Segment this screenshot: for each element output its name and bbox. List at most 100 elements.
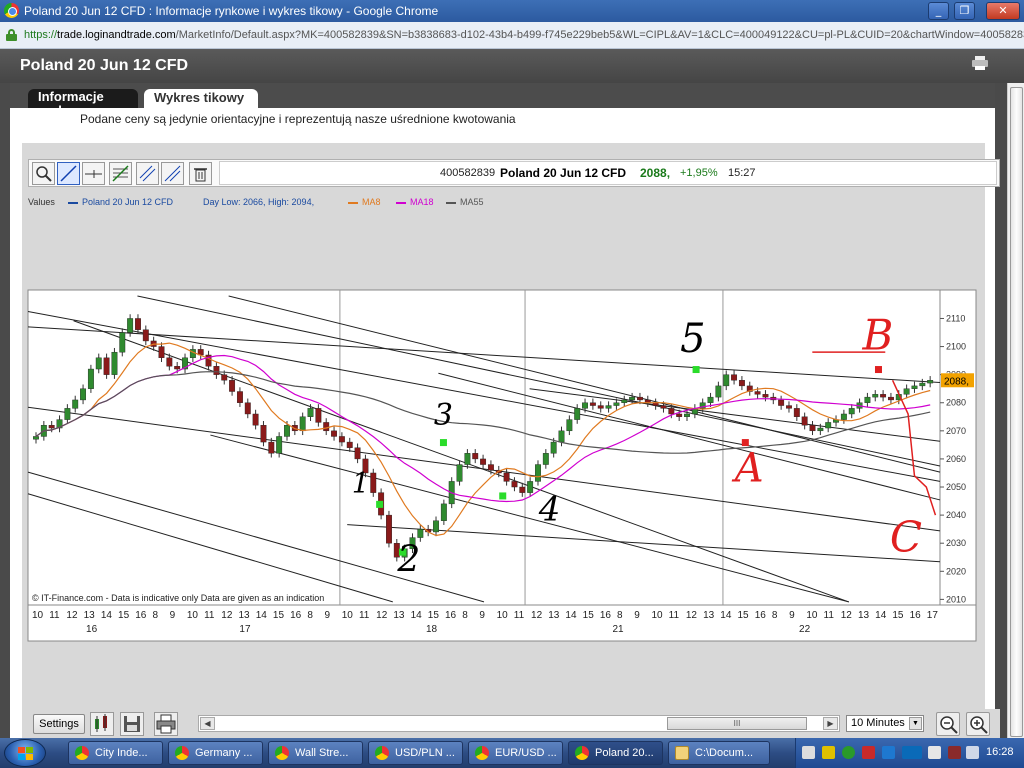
candle bbox=[370, 472, 377, 493]
x-hour-label: 8 bbox=[152, 610, 158, 621]
price-chart[interactable]: 2010202020302040205020602070208020902100… bbox=[22, 143, 985, 642]
bc-icon[interactable] bbox=[902, 746, 922, 759]
print-chart-icon[interactable] bbox=[154, 712, 178, 736]
task-city-index[interactable]: City Inde... bbox=[68, 741, 163, 765]
stop-icon[interactable] bbox=[948, 746, 961, 759]
page-title: Poland 20 Jun 12 CFD bbox=[20, 57, 189, 74]
chart-scrollbar[interactable]: ◀ III ▶ bbox=[198, 715, 840, 732]
x-hour-label: 15 bbox=[428, 610, 440, 621]
tab-informacje[interactable]: Informacje rynkowe bbox=[28, 89, 138, 118]
security-icon[interactable] bbox=[842, 746, 855, 759]
task-poland-20[interactable]: Poland 20... bbox=[568, 741, 663, 765]
x-hour-label: 9 bbox=[634, 610, 640, 621]
x-hour-label: 14 bbox=[256, 610, 268, 621]
candle bbox=[738, 380, 745, 387]
clock: 16:28 bbox=[986, 746, 1014, 758]
scroll-right-icon[interactable]: ▶ bbox=[823, 717, 838, 730]
minimize-button[interactable]: _ bbox=[928, 2, 949, 20]
candle bbox=[597, 405, 604, 409]
x-hour-label: 16 bbox=[290, 610, 302, 621]
x-hour-label: 8 bbox=[772, 610, 778, 621]
candle bbox=[550, 441, 557, 454]
task-documents[interactable]: C:\Docum... bbox=[668, 741, 770, 765]
x-hour-label: 14 bbox=[411, 610, 423, 621]
candle bbox=[786, 405, 792, 409]
candle bbox=[72, 399, 79, 409]
candle bbox=[809, 425, 816, 432]
url-text[interactable]: https://trade.loginandtrade.com/MarketIn… bbox=[24, 29, 1024, 41]
x-hour-label: 12 bbox=[376, 610, 388, 621]
start-button[interactable] bbox=[4, 739, 46, 767]
x-hour-label: 13 bbox=[238, 610, 250, 621]
candle bbox=[276, 436, 283, 454]
x-hour-label: 11 bbox=[824, 610, 835, 621]
chart-type-icon[interactable] bbox=[90, 712, 114, 736]
candle bbox=[464, 453, 471, 465]
x-hour-label: 11 bbox=[669, 610, 680, 621]
print-icon[interactable] bbox=[972, 56, 988, 70]
x-day-label: 17 bbox=[239, 624, 251, 635]
candle bbox=[417, 528, 424, 538]
wave-label-3: 3 bbox=[434, 398, 453, 433]
candle bbox=[582, 402, 588, 409]
candle bbox=[519, 486, 526, 493]
x-hour-label: 11 bbox=[204, 610, 215, 621]
address-bar[interactable]: https://trade.loginandtrade.com/MarketIn… bbox=[0, 22, 1024, 49]
task-germany[interactable]: Germany ... bbox=[168, 741, 263, 765]
chevron-down-icon[interactable]: ▼ bbox=[909, 717, 922, 730]
x-hour-label: 10 bbox=[32, 610, 44, 621]
candle bbox=[778, 399, 785, 406]
candle bbox=[338, 436, 345, 443]
candle bbox=[229, 380, 236, 392]
zoom-in-icon[interactable] bbox=[966, 712, 990, 736]
candle bbox=[872, 394, 879, 398]
market-panel: Informacje rynkowe Wykres tikowy Podane … bbox=[10, 83, 1000, 743]
candle bbox=[684, 413, 690, 417]
candle bbox=[33, 436, 39, 440]
candle bbox=[103, 357, 110, 375]
candle bbox=[472, 453, 479, 460]
x-day-label: 22 bbox=[799, 624, 811, 635]
scroll-left-icon[interactable]: ◀ bbox=[200, 717, 215, 730]
shield-icon[interactable] bbox=[862, 746, 875, 759]
volume-icon[interactable] bbox=[966, 746, 979, 759]
wave-label-5: 5 bbox=[680, 316, 705, 362]
zoom-out-icon[interactable] bbox=[936, 712, 960, 736]
chart-controls: Settings ◀ III ▶ 10 Minutes ▼ bbox=[28, 709, 1000, 739]
save-icon[interactable] bbox=[120, 712, 144, 736]
interval-select[interactable]: 10 Minutes ▼ bbox=[846, 715, 924, 732]
candle bbox=[817, 427, 824, 432]
candle bbox=[307, 408, 314, 417]
tab-bar: Informacje rynkowe Wykres tikowy bbox=[10, 83, 995, 118]
close-button[interactable]: ✕ bbox=[986, 2, 1020, 20]
candle bbox=[244, 402, 251, 415]
warning-icon[interactable] bbox=[822, 746, 835, 759]
monitor-icon[interactable] bbox=[928, 746, 941, 759]
candle bbox=[331, 430, 337, 437]
tab-wykres[interactable]: Wykres tikowy bbox=[144, 89, 258, 108]
maximize-button[interactable]: ❐ bbox=[954, 2, 975, 20]
y-tick-label: 2070 bbox=[946, 426, 966, 436]
x-hour-label: 9 bbox=[789, 610, 795, 621]
x-hour-label: 14 bbox=[101, 610, 113, 621]
flag-icon[interactable] bbox=[802, 746, 815, 759]
settings-button[interactable]: Settings bbox=[33, 714, 85, 734]
page-scrollbar[interactable] bbox=[1007, 83, 1024, 738]
x-hour-label: 17 bbox=[927, 610, 939, 621]
task-eur-usd[interactable]: EUR/USD ... bbox=[468, 741, 563, 765]
task-usd-pln[interactable]: USD/PLN ... bbox=[368, 741, 463, 765]
y-tick-label: 2010 bbox=[946, 594, 966, 604]
candle bbox=[919, 382, 926, 387]
x-hour-label: 14 bbox=[565, 610, 577, 621]
x-hour-label: 12 bbox=[841, 610, 853, 621]
network-icon[interactable] bbox=[882, 746, 895, 759]
signal-marker bbox=[874, 366, 882, 374]
page-scroll-thumb[interactable] bbox=[1010, 87, 1023, 737]
scroll-thumb[interactable]: III bbox=[667, 717, 807, 730]
candle bbox=[605, 405, 612, 409]
task-wall-street[interactable]: Wall Stre... bbox=[268, 741, 363, 765]
candle bbox=[723, 374, 730, 387]
candle bbox=[386, 514, 392, 544]
candle bbox=[927, 380, 934, 384]
candle bbox=[574, 408, 581, 420]
